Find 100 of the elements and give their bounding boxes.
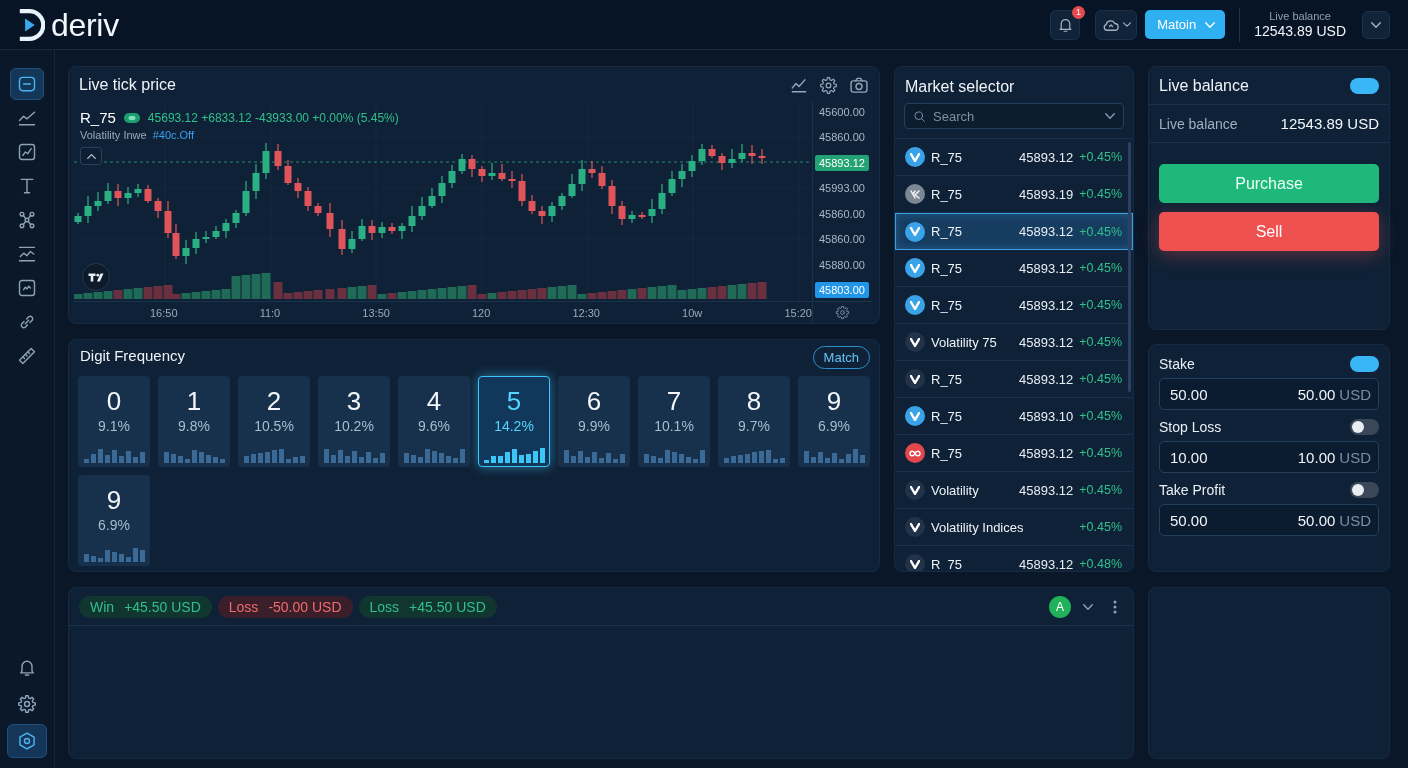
- sell-button[interactable]: Sell: [1159, 212, 1379, 251]
- amount-readout: 50.00: [1297, 385, 1336, 403]
- balance-label: Live balance: [1269, 10, 1331, 23]
- mini-bar-chart: [83, 547, 145, 562]
- chart-widget-icon: [17, 278, 37, 298]
- market-name: Volatility 75: [931, 334, 998, 350]
- mini-bar-chart: [803, 448, 865, 463]
- market-row[interactable]: R_75 45893.12 +0.45%: [895, 213, 1133, 250]
- field-label: Stop Loss: [1159, 419, 1222, 435]
- search-field[interactable]: Search: [904, 103, 1124, 129]
- digit-card[interactable]: 9 6.9%: [798, 376, 870, 467]
- price-label: 45803.00: [815, 281, 869, 298]
- scrollbar[interactable]: [1128, 142, 1131, 392]
- digit-card[interactable]: 8 9.7%: [718, 376, 790, 467]
- market-name: R_75: [931, 260, 964, 276]
- time-label: 10w: [682, 306, 703, 319]
- price-label: 45860.00: [818, 206, 866, 222]
- digit-card[interactable]: 0 9.1%: [78, 376, 150, 467]
- currency-label: USD: [1339, 511, 1371, 529]
- market-name: R_75: [931, 186, 964, 202]
- collapse-button[interactable]: [80, 147, 102, 165]
- result-label: Win: [90, 598, 115, 615]
- caret-icon: [1205, 21, 1216, 28]
- market-change: +0.45%: [1079, 483, 1122, 497]
- toggle-switch[interactable]: [1350, 77, 1379, 94]
- market-change: +0.45%: [1079, 150, 1122, 164]
- panel-icon: [17, 74, 37, 94]
- market-name: R_75: [931, 408, 964, 424]
- price-label: 45880.00: [818, 257, 866, 273]
- camera-icon[interactable]: [849, 75, 869, 95]
- market-row[interactable]: R_75 45893.12 +0.48%: [895, 546, 1133, 571]
- study-name: Volatility Inwe: [80, 129, 147, 141]
- digit-card[interactable]: 4 9.6%: [398, 376, 470, 467]
- market-change: +0.45%: [1079, 261, 1122, 275]
- panel-title: Live tick price: [79, 76, 176, 94]
- price-label: 45893.12: [815, 154, 869, 171]
- account-menu-button[interactable]: [1362, 10, 1390, 39]
- currency-label: USD: [1339, 385, 1371, 403]
- price-label: 45600.00: [818, 105, 866, 120]
- digit-value: 6: [586, 386, 602, 416]
- field-label: Stake: [1159, 356, 1195, 372]
- digit-card[interactable]: 5 14.2%: [478, 376, 550, 467]
- market-row[interactable]: Volatility Indices +0.45%: [895, 509, 1133, 546]
- settings-icon: [17, 694, 37, 714]
- tool-button[interactable]: [10, 68, 44, 100]
- result-label: Loss: [369, 598, 400, 615]
- digit-card[interactable]: 7 10.1%: [638, 376, 710, 467]
- toggle-switch[interactable]: [1350, 482, 1379, 498]
- notification-count: 1: [1072, 5, 1086, 19]
- digit-value: 3: [346, 386, 362, 416]
- settings-icon[interactable]: [819, 75, 838, 95]
- market-change: +0.45%: [1079, 409, 1122, 423]
- digit-value: 4: [426, 386, 442, 416]
- time-label: 15:20: [784, 306, 812, 319]
- market-name: R_75: [931, 371, 964, 387]
- toggle-switch[interactable]: [1350, 419, 1379, 435]
- amount-readout: 50.00: [1297, 511, 1336, 529]
- panel-title: Digit Frequency: [80, 346, 186, 364]
- market-row[interactable]: Volatility 45893.12 +0.45%: [895, 472, 1133, 509]
- digit-card[interactable]: 3 10.2%: [318, 376, 390, 467]
- digit-card[interactable]: 1 9.8%: [158, 376, 230, 467]
- balance-label: Live balance: [1159, 115, 1238, 132]
- amount-readout: 10.00: [1297, 448, 1336, 466]
- market-change: +0.48%: [1079, 557, 1122, 571]
- mini-bar-chart: [163, 448, 225, 463]
- digit-percent: 6.9%: [98, 517, 130, 534]
- price-label: 45860.00: [818, 130, 866, 146]
- chevron-down-icon: [1083, 603, 1093, 610]
- market-name: Volatility: [931, 482, 980, 498]
- market-row[interactable]: R_75 45893.10 +0.45%: [895, 398, 1133, 435]
- symbol-name: R_75: [80, 109, 116, 126]
- market-change: +0.45%: [1079, 187, 1122, 201]
- digit-value: 7: [666, 386, 682, 416]
- market-price: 45893.12: [1019, 224, 1074, 239]
- digit-percent: 9.6%: [418, 418, 450, 435]
- more-options-icon[interactable]: [1113, 599, 1117, 614]
- market-change: +0.45%: [1079, 224, 1122, 239]
- mini-bar-chart: [243, 448, 305, 463]
- cloud-menu-button[interactable]: [1095, 9, 1138, 40]
- tool-button[interactable]: [7, 724, 47, 758]
- market-price: 45893.12: [1019, 260, 1074, 276]
- market-row[interactable]: R_75 45893.12 +0.45%: [895, 435, 1133, 472]
- line-chart-icon[interactable]: [790, 76, 808, 94]
- toggle-switch[interactable]: [1350, 356, 1379, 372]
- market-name: R_75: [931, 297, 964, 313]
- result-amount: +45.50 USD: [409, 598, 486, 615]
- digit-card[interactable]: 2 10.5%: [238, 376, 310, 467]
- digit-percent: 9.1%: [98, 418, 130, 435]
- settings-icon[interactable]: [835, 305, 850, 320]
- market-name: Volatility Indices: [931, 519, 1025, 535]
- node-graph-icon: [17, 210, 37, 230]
- mini-bar-chart: [723, 448, 785, 463]
- digit-card[interactable]: 6 9.9%: [558, 376, 630, 467]
- time-label: 13:50: [362, 306, 390, 319]
- digit-card[interactable]: 9 6.9%: [78, 475, 150, 566]
- digit-percent: 10.5%: [254, 418, 294, 435]
- mini-bar-chart: [563, 448, 625, 463]
- market-price: 45893.12: [1019, 482, 1074, 498]
- market-change: +0.45%: [1079, 446, 1122, 460]
- market-price: 45893.12: [1019, 334, 1074, 350]
